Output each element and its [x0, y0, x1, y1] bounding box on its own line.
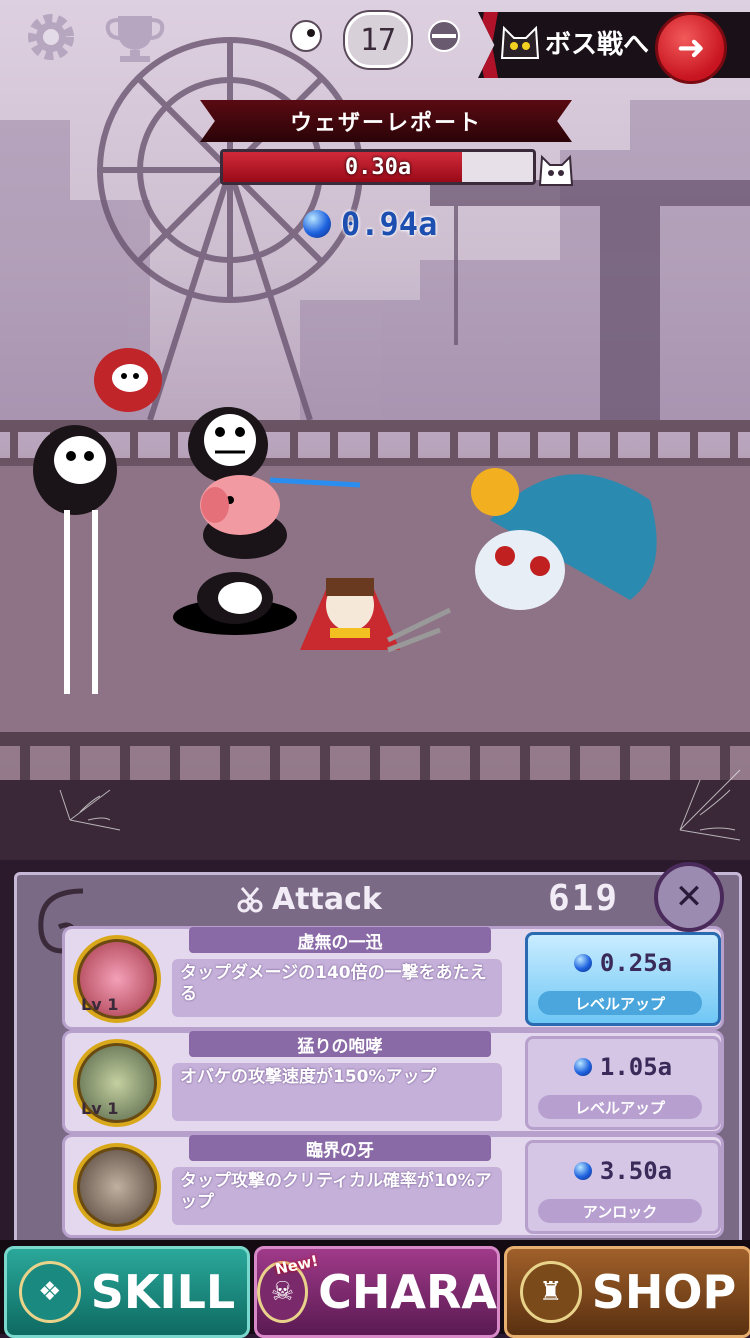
skill-icon-critical-fang — [73, 1143, 161, 1231]
close-panel-button[interactable]: ✕ — [654, 862, 724, 932]
panel-count: 619 — [548, 878, 620, 919]
enemy-hp-text: 0.30a — [344, 154, 412, 180]
currency-value: 0.94a — [341, 205, 438, 243]
panel-title: Attack — [272, 882, 382, 917]
scissors-icon — [237, 887, 263, 913]
skill-level: Lv 1 — [81, 1099, 119, 1118]
hooded-ghost — [94, 348, 162, 412]
tab-shop-label: SHOP — [591, 1265, 737, 1319]
skill-row: Lv 1 猛りの咆哮 オバケの攻撃速度が150%アップ 1.05a レベルアップ — [62, 1030, 724, 1134]
skill-description: オバケの攻撃速度が150%アップ — [172, 1063, 502, 1121]
stitched-ghost — [188, 407, 268, 483]
skill-cost-button[interactable]: 3.50a アンロック — [525, 1140, 721, 1234]
bottom-tab-bar: ❖ SKILL ☠ CHARA ♜ SHOP — [0, 1240, 750, 1338]
skill-title: 猛りの咆哮 — [189, 1031, 491, 1057]
skill-description: タップダメージの140倍の一撃をあたえる — [172, 959, 502, 1017]
ghost-orb-icon — [290, 20, 322, 52]
stage-counter: 17 — [345, 12, 411, 68]
cost-value-wrap: 3.50a — [528, 1157, 718, 1185]
arrow-right-icon: ➜ — [676, 28, 706, 68]
umbrella-boss — [471, 468, 657, 610]
cat-boss-icon — [500, 25, 540, 59]
enemy-name-plate: ウェザーレポート — [200, 100, 572, 142]
cost-value: 3.50a — [599, 1157, 673, 1185]
blue-orb-icon — [573, 1058, 592, 1076]
cost-value-wrap: 1.05a — [528, 1053, 718, 1081]
ghost-orb-left[interactable] — [288, 18, 324, 54]
close-icon: ✕ — [674, 877, 704, 917]
skill-description: タップ攻撃のクリティカル確率が10%アップ — [172, 1167, 502, 1225]
cobweb — [59, 769, 741, 841]
stilt-skull-ghost — [33, 425, 117, 694]
cat-boss-icon — [538, 154, 574, 186]
skill-cost-button[interactable]: 0.25a レベルアップ — [525, 932, 721, 1026]
unlock-button[interactable]: アンロック — [538, 1199, 702, 1223]
skill-panel: Attack 619 Lv 1 虚無の一迅 タップダメージの140倍の一撃をあた… — [0, 860, 750, 1246]
cost-value: 0.25a — [599, 949, 673, 977]
settings-button[interactable] — [22, 8, 80, 66]
skill-cost-button[interactable]: 1.05a レベルアップ — [525, 1036, 721, 1130]
boss-go-button[interactable]: ➜ — [655, 12, 727, 84]
gear-icon — [28, 14, 74, 60]
blue-orb-icon — [573, 954, 592, 972]
pink-elephant-ghost — [200, 475, 361, 559]
blue-orb-icon — [303, 210, 331, 238]
tab-chara-label: CHARA — [318, 1265, 497, 1319]
castle-icon: ♜ — [519, 1261, 582, 1323]
skill-level: Lv 1 — [81, 995, 119, 1014]
tab-skill-label: SKILL — [90, 1265, 236, 1319]
trophy-icon — [105, 16, 165, 62]
tab-skill[interactable]: ❖ SKILL — [4, 1246, 250, 1338]
game-scene[interactable]: 17 ボス戦へ ➜ ウェザーレポート 0.30a 0.94a — [0, 0, 750, 860]
shield-icon: ❖ — [18, 1261, 81, 1323]
blue-orb-icon — [573, 1162, 592, 1180]
level-up-button[interactable]: レベルアップ — [538, 991, 702, 1015]
skill-title: 虚無の一迅 — [189, 927, 491, 953]
ghost-orb-right[interactable] — [426, 18, 462, 54]
enemy-hp-bar: 0.30a — [220, 149, 536, 185]
skill-title: 臨界の牙 — [189, 1135, 491, 1161]
boss-battle-label[interactable]: ボス戦へ — [545, 24, 649, 61]
skill-row: 臨界の牙 タップ攻撃のクリティカル確率が10%アップ 3.50a アンロック — [62, 1134, 724, 1238]
level-up-button[interactable]: レベルアップ — [538, 1095, 702, 1119]
hole-ghost — [173, 572, 297, 635]
cost-value-wrap: 0.25a — [528, 949, 718, 977]
currency-display: 0.94a — [303, 205, 437, 243]
cost-value: 1.05a — [599, 1053, 673, 1081]
skill-row: Lv 1 虚無の一迅 タップダメージの140倍の一撃をあたえる 0.25a レベ… — [62, 926, 724, 1030]
trophy-button[interactable] — [100, 8, 170, 66]
tab-shop[interactable]: ♜ SHOP — [504, 1246, 750, 1338]
ghost-orb-icon — [428, 20, 460, 52]
red-doll-hero — [300, 578, 452, 653]
